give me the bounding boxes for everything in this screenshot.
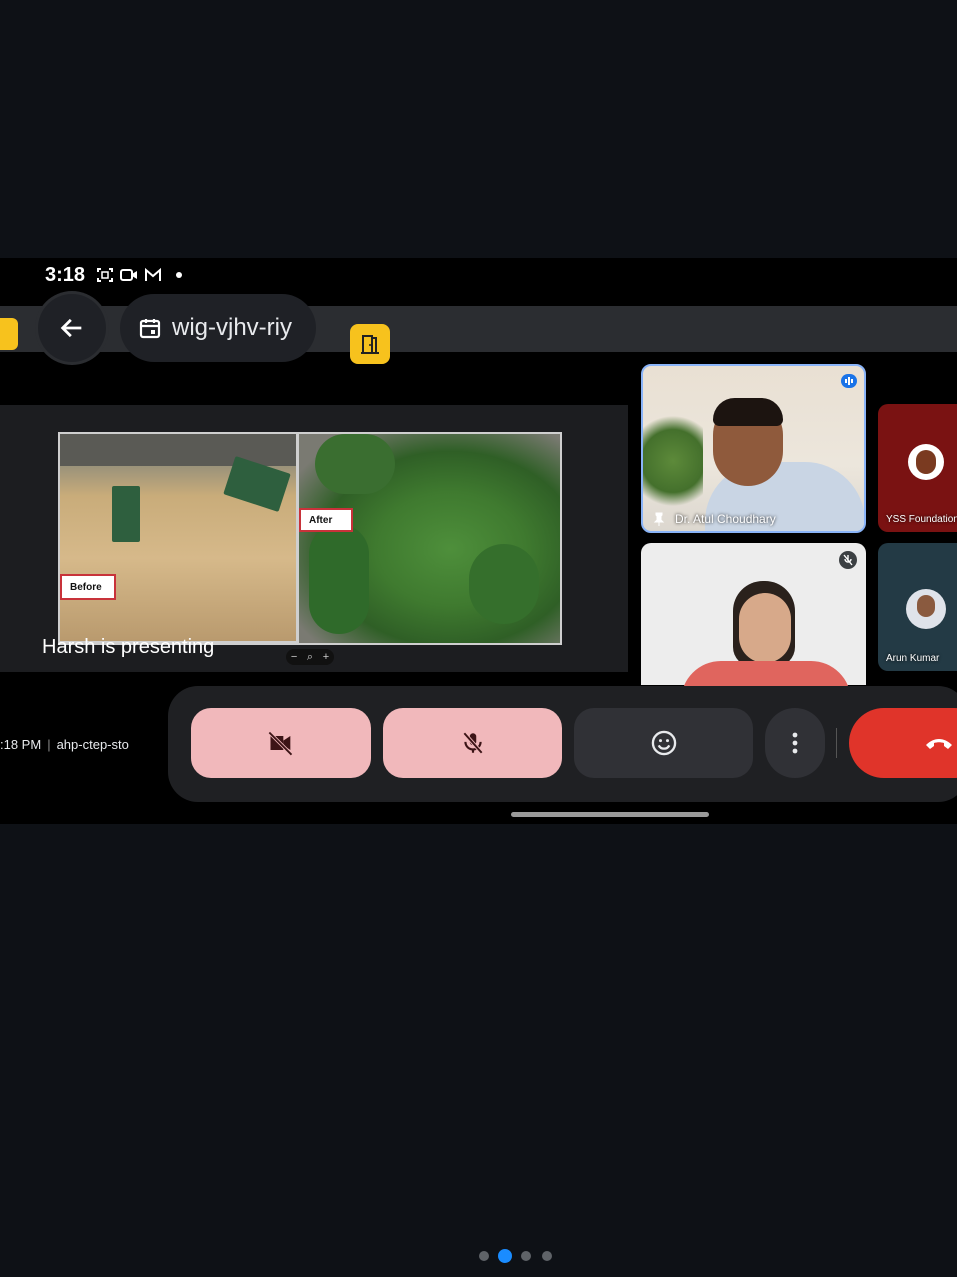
arrow-back-icon bbox=[60, 318, 82, 338]
notification-dot-icon bbox=[176, 272, 182, 278]
leave-door-button[interactable] bbox=[350, 324, 390, 364]
slide-zoom-controls[interactable]: − ⌕ + bbox=[286, 649, 334, 665]
microphone-toggle-button[interactable] bbox=[383, 708, 562, 778]
video-camera-icon bbox=[120, 269, 137, 281]
yss-avatar bbox=[908, 444, 944, 480]
footer-time: :18 PM bbox=[0, 737, 42, 752]
more-vert-icon bbox=[792, 732, 798, 754]
before-label: Before bbox=[60, 574, 116, 600]
status-time: 3:18 bbox=[45, 264, 86, 286]
zoom-in-button[interactable]: + bbox=[323, 651, 329, 663]
page-dot[interactable] bbox=[521, 1251, 531, 1261]
door-icon bbox=[361, 335, 379, 354]
home-indicator[interactable] bbox=[511, 812, 709, 817]
after-label: After bbox=[299, 508, 353, 532]
camera-toggle-button[interactable] bbox=[191, 708, 371, 778]
footer-code: ahp-ctep-sto bbox=[56, 737, 129, 752]
meeting-footer-info: :18 PM | ahp-ctep-sto bbox=[0, 737, 129, 752]
phone-screen: 3:18 wig-vjhv-riy Before After Harsh is … bbox=[0, 258, 957, 824]
calendar-icon bbox=[139, 319, 161, 339]
speaking-indicator-icon bbox=[841, 374, 857, 388]
arun-avatar bbox=[906, 589, 946, 629]
pin-icon bbox=[653, 512, 665, 526]
mic-off-icon bbox=[462, 732, 483, 754]
participant-tile-yss[interactable]: YSS Foundation bbox=[878, 404, 957, 532]
person-face bbox=[739, 593, 791, 663]
meeting-code: wig-vjhv-riy bbox=[172, 314, 292, 341]
bench-image bbox=[112, 486, 140, 542]
page-dot[interactable] bbox=[479, 1251, 489, 1261]
plant-image bbox=[643, 406, 703, 516]
control-divider bbox=[836, 728, 837, 758]
end-call-button[interactable] bbox=[849, 708, 957, 778]
call-end-icon bbox=[926, 739, 952, 749]
before-garden-photo: Before bbox=[60, 434, 296, 641]
camera-off-indicator-icon[interactable] bbox=[0, 318, 18, 350]
participant-name: Dr. Atul Choudhary bbox=[675, 512, 776, 526]
screenshot-icon bbox=[97, 268, 113, 282]
presenting-caption: Harsh is presenting bbox=[42, 636, 215, 658]
page-dot-active[interactable] bbox=[498, 1249, 512, 1263]
participant-tile-arun[interactable]: Arun Kumar bbox=[878, 543, 957, 671]
back-button[interactable] bbox=[38, 294, 106, 362]
emoji-icon bbox=[651, 730, 676, 756]
mic-off-icon bbox=[839, 551, 857, 569]
meeting-code-chip[interactable]: wig-vjhv-riy bbox=[120, 294, 316, 362]
participant-name: Arun Kumar bbox=[886, 653, 940, 664]
presentation-slide: Before After bbox=[58, 432, 562, 645]
zoom-out-button[interactable]: − bbox=[291, 651, 297, 663]
page-dot[interactable] bbox=[542, 1251, 552, 1261]
gmail-icon bbox=[145, 267, 161, 281]
zoom-icon[interactable]: ⌕ bbox=[307, 651, 313, 664]
participant-name: YSS Foundation bbox=[886, 514, 957, 525]
participant-tile-atul[interactable]: Dr. Atul Choudhary bbox=[641, 364, 866, 533]
more-options-button[interactable] bbox=[765, 708, 825, 778]
camera-off-icon bbox=[268, 731, 293, 756]
reactions-button[interactable] bbox=[574, 708, 753, 778]
after-garden-photo: After bbox=[299, 434, 560, 643]
participant-tile-2[interactable] bbox=[641, 543, 866, 701]
